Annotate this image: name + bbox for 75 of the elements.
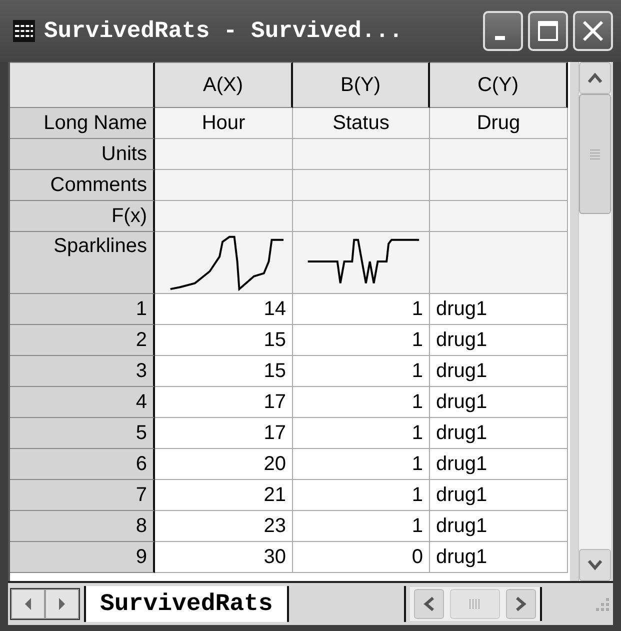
up-chevron-icon [587, 72, 603, 84]
table-cell: 14 [155, 294, 293, 325]
grip-lines-icon [468, 598, 482, 610]
table-cell: 30 [155, 542, 293, 573]
next-sheet-button[interactable] [45, 589, 79, 619]
grip-lines-icon [589, 148, 601, 160]
right-chevron-icon [515, 596, 527, 612]
row-number[interactable]: 1 [10, 294, 155, 325]
window-title: SurvivedRats - Survived... [44, 18, 404, 44]
table-cell: 1 [293, 449, 430, 480]
column-header[interactable]: C(Y) [430, 62, 568, 108]
left-chevron-icon [423, 596, 435, 612]
row-number[interactable]: 4 [10, 387, 155, 418]
table-cell: 1 [293, 480, 430, 511]
maximize-button[interactable] [528, 11, 568, 51]
table-cell: drug1 [430, 542, 568, 573]
table-cell: 15 [155, 356, 293, 387]
scroll-thumb[interactable] [579, 94, 611, 214]
table-cell: Drug [430, 108, 568, 139]
sheet-tab[interactable]: SurvivedRats [84, 586, 289, 622]
table-cell: drug1 [430, 294, 568, 325]
row-number[interactable]: 8 [10, 511, 155, 542]
table-cell: Status [293, 108, 430, 139]
table-cell: 1 [293, 294, 430, 325]
scroll-thumb[interactable] [450, 589, 500, 619]
table-cell: drug1 [430, 480, 568, 511]
table-cell: 15 [155, 325, 293, 356]
maximize-icon [536, 19, 560, 43]
table-cell: 1 [293, 356, 430, 387]
vertical-scrollbar[interactable] [578, 62, 611, 581]
horizontal-scrollbar[interactable] [410, 587, 542, 621]
row-number[interactable]: 6 [10, 449, 155, 480]
left-triangle-icon [23, 597, 33, 611]
worksheet-icon [12, 19, 36, 43]
minimize-button[interactable] [483, 11, 523, 51]
table-cell: drug1 [430, 511, 568, 542]
close-icon [581, 19, 605, 43]
column-header[interactable]: A(X) [155, 62, 293, 108]
row-label: Long Name [10, 108, 155, 139]
close-button[interactable] [573, 11, 613, 51]
table-cell: drug1 [430, 325, 568, 356]
corner-cell[interactable] [10, 62, 155, 108]
row-label: Sparklines [10, 232, 155, 294]
right-triangle-icon [57, 597, 67, 611]
table-cell: drug1 [430, 356, 568, 387]
minimize-icon [495, 36, 505, 40]
scroll-down-button[interactable] [579, 549, 611, 581]
table-cell: drug1 [430, 418, 568, 449]
scroll-up-button[interactable] [579, 62, 611, 94]
table-cell: 17 [155, 387, 293, 418]
row-number[interactable]: 5 [10, 418, 155, 449]
row-number[interactable]: 7 [10, 480, 155, 511]
row-label: F(x) [10, 201, 155, 232]
table-cell: 1 [293, 418, 430, 449]
table-cell: 20 [155, 449, 293, 480]
row-number[interactable]: 3 [10, 356, 155, 387]
previous-sheet-button[interactable] [11, 589, 45, 619]
scroll-left-button[interactable] [414, 589, 444, 619]
table-cell: Hour [155, 108, 293, 139]
down-chevron-icon [587, 559, 603, 571]
row-number[interactable]: 9 [10, 542, 155, 573]
column-header[interactable]: B(Y) [293, 62, 430, 108]
table-cell: drug1 [430, 449, 568, 480]
table-cell: 1 [293, 325, 430, 356]
table-cell: 0 [293, 542, 430, 573]
row-label: Comments [10, 170, 155, 201]
table-cell: 21 [155, 480, 293, 511]
table-cell: 1 [293, 387, 430, 418]
table-cell: 23 [155, 511, 293, 542]
table-cell: drug1 [430, 387, 568, 418]
row-label: Units [10, 139, 155, 170]
scroll-right-button[interactable] [506, 589, 536, 619]
row-number[interactable]: 2 [10, 325, 155, 356]
table-cell: 1 [293, 511, 430, 542]
table-cell: 17 [155, 418, 293, 449]
